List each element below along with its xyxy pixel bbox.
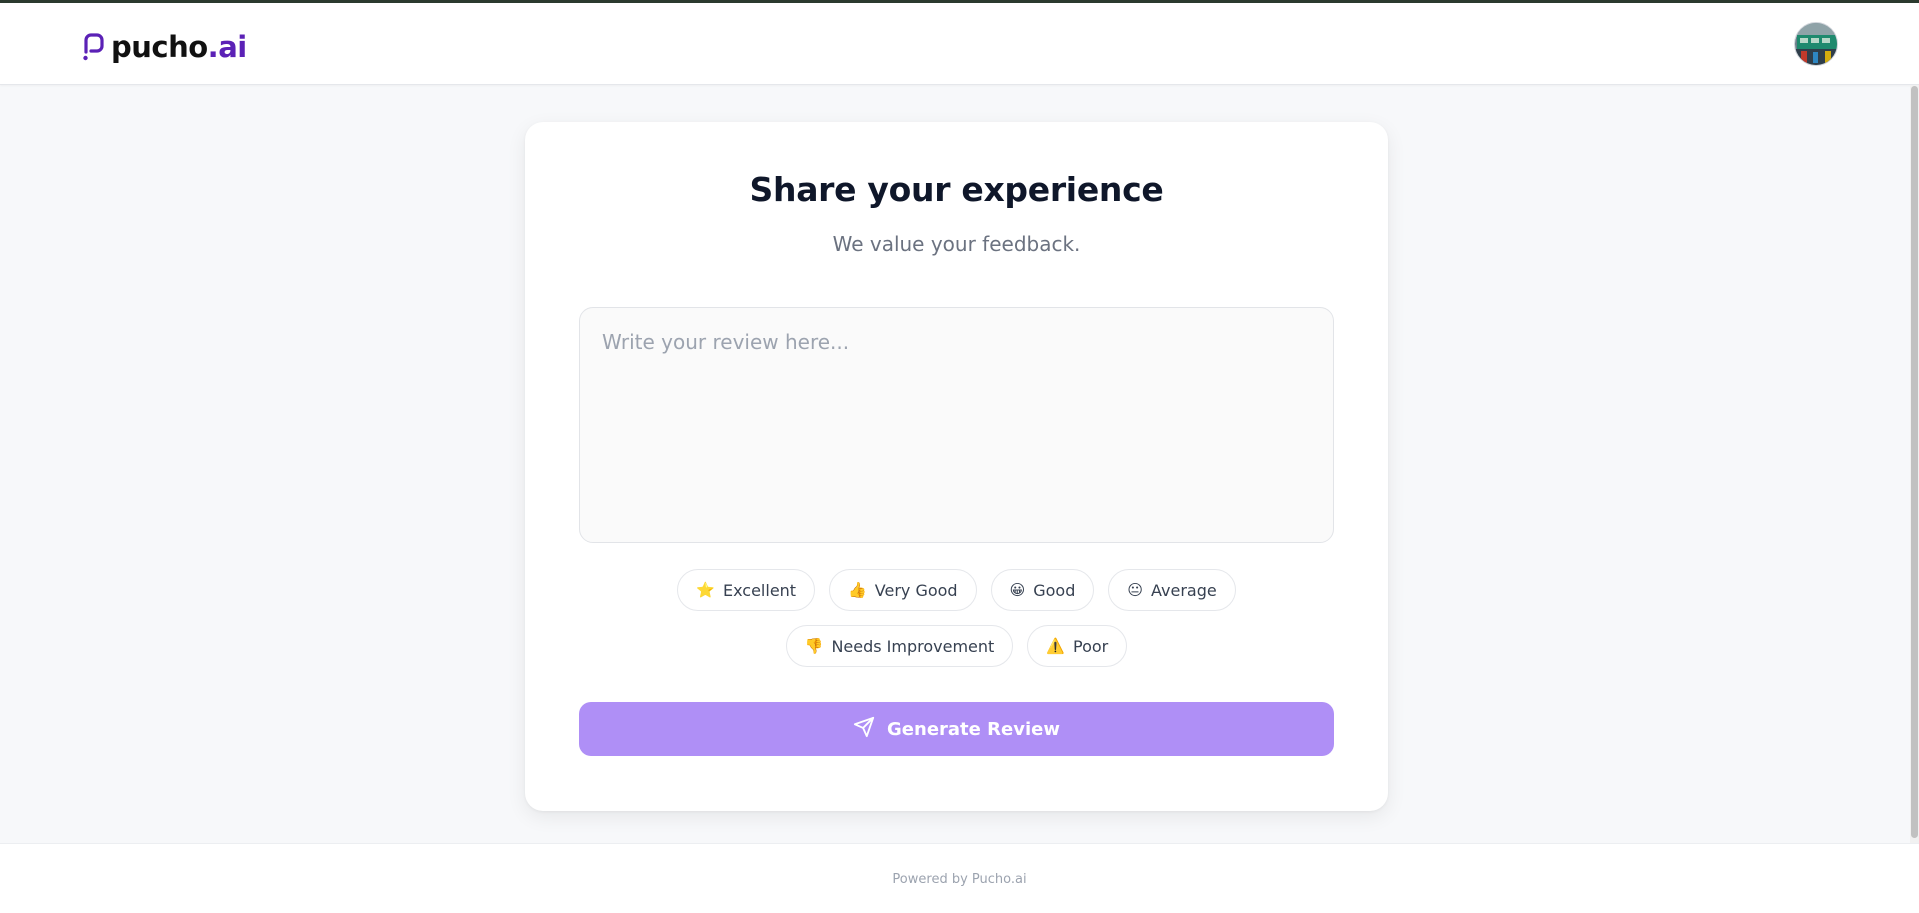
generate-review-button[interactable]: Generate Review (579, 702, 1334, 756)
chip-excellent[interactable]: ⭐ Excellent (677, 569, 816, 611)
thumbs-down-icon: 👎 (804, 637, 824, 655)
chip-very-good[interactable]: 👍 Very Good (829, 569, 977, 611)
logo-mark-icon (81, 32, 105, 62)
chip-label: Excellent (722, 580, 797, 600)
chip-good[interactable]: 😀 Good (990, 569, 1095, 611)
page-subtitle: We value your feedback. (832, 232, 1081, 256)
rating-chips-row-1: ⭐ Excellent 👍 Very Good 😀 Good 😐 Average (525, 569, 1388, 611)
rating-chips-row-2: 👎 Needs Improvement ⚠️ Poor (525, 625, 1388, 667)
powered-by-text: Powered by Pucho.ai (892, 872, 1027, 887)
neutral-face-icon: 😐 (1127, 581, 1143, 599)
top-navbar: pucho.ai (0, 3, 1919, 85)
chip-needs-improvement[interactable]: 👎 Needs Improvement (785, 625, 1014, 667)
footer: Powered by Pucho.ai (0, 843, 1919, 913)
logo-text: pucho.ai (111, 30, 247, 64)
chip-label: Average (1151, 580, 1217, 600)
chip-label: Good (1033, 580, 1076, 600)
chip-label: Poor (1073, 636, 1109, 656)
star-icon: ⭐ (696, 581, 715, 599)
generate-review-label: Generate Review (887, 718, 1060, 740)
feedback-card: Share your experience We value your feed… (525, 122, 1388, 811)
review-input[interactable] (579, 307, 1334, 543)
chip-poor[interactable]: ⚠️ Poor (1027, 625, 1128, 667)
warning-icon: ⚠️ (1046, 637, 1065, 655)
send-icon (853, 716, 875, 743)
chip-label: Needs Improvement (831, 636, 995, 656)
chip-average[interactable]: 😐 Average (1108, 569, 1236, 611)
logo[interactable]: pucho.ai (81, 29, 247, 65)
chip-label: Very Good (874, 580, 958, 600)
smile-icon: 😀 (1009, 581, 1026, 599)
avatar[interactable] (1794, 22, 1838, 66)
scrollbar-thumb[interactable] (1911, 86, 1918, 838)
thumbs-up-icon: 👍 (848, 581, 867, 599)
page-title: Share your experience (749, 170, 1164, 209)
